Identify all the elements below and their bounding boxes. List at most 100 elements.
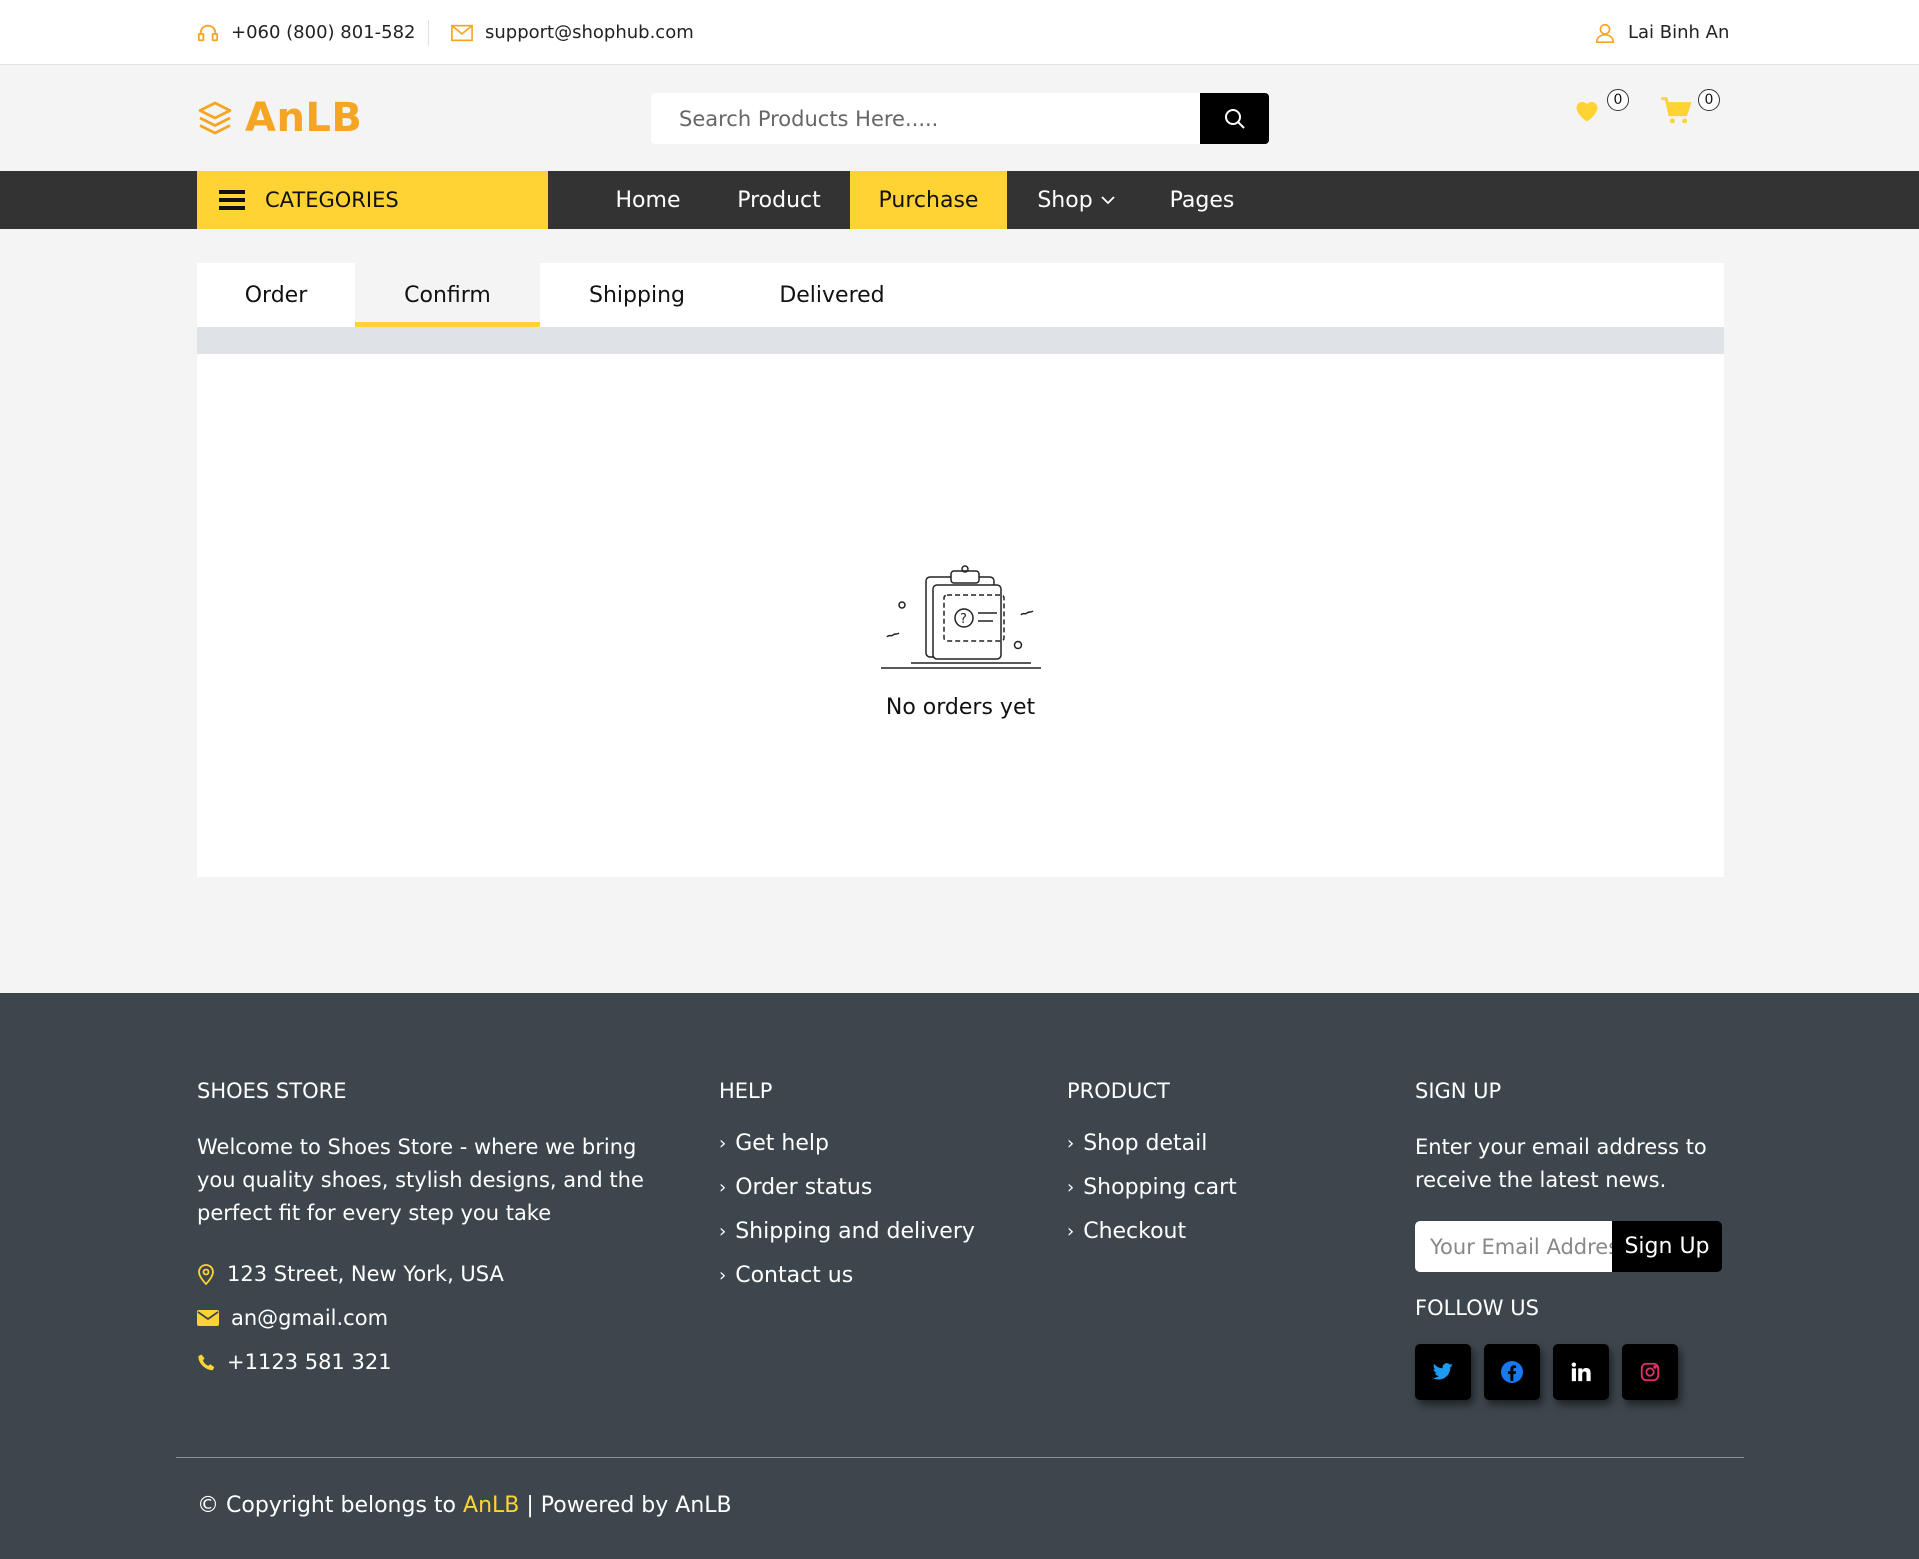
footer-link-checkout[interactable]: › Checkout: [1067, 1209, 1237, 1253]
svg-text:?: ?: [960, 612, 967, 627]
empty-clipboard-icon: ?: [880, 565, 1041, 669]
wishlist-count-badge: 0: [1607, 89, 1629, 111]
footer-phone-text: +1123 581 321: [227, 1350, 392, 1374]
footer-link-label: Get help: [735, 1130, 829, 1156]
topbar-divider: [428, 20, 429, 46]
footer-product-column: PRODUCT › Shop detail › Shopping cart › Che…: [1067, 1079, 1237, 1253]
nav-purchase[interactable]: Purchase: [850, 171, 1007, 229]
facebook-link[interactable]: [1484, 1344, 1540, 1400]
orders-panel: Order Confirm Shipping Delivered ? No or…: [197, 263, 1724, 877]
footer-link-label: Contact us: [735, 1262, 854, 1288]
chevron-right-icon: ›: [719, 1132, 727, 1154]
logo-text: AnLB: [245, 95, 363, 141]
wishlist-button[interactable]: 0: [1573, 89, 1629, 123]
twitter-icon: [1432, 1363, 1453, 1380]
tab-order[interactable]: Order: [197, 263, 355, 327]
chevron-right-icon: ›: [719, 1220, 727, 1242]
tab-content-header-bar: [197, 327, 1724, 354]
topbar-user[interactable]: Lai Binh An: [1594, 0, 1729, 65]
chevron-right-icon: ›: [719, 1264, 727, 1286]
main-nav: CATEGORIES Home Product Purchase Shop Pa…: [0, 171, 1919, 229]
site-header: AnLB 0 0: [0, 65, 1919, 171]
newsletter-form: Sign Up: [1415, 1221, 1722, 1272]
nav-product[interactable]: Product: [713, 171, 845, 229]
footer-phone[interactable]: +1123 581 321: [197, 1340, 677, 1384]
social-links: [1415, 1344, 1735, 1400]
footer-store-description: Welcome to Shoes Store - where we bring …: [197, 1135, 644, 1225]
chevron-right-icon: ›: [1067, 1220, 1075, 1242]
envelope-icon: [197, 1310, 219, 1326]
footer-link-shop-detail[interactable]: › Shop detail: [1067, 1121, 1237, 1165]
topbar-phone-text: +060 (800) 801-582: [231, 22, 416, 43]
follow-us-heading: FOLLOW US: [1415, 1296, 1539, 1320]
facebook-icon: [1501, 1361, 1523, 1383]
user-icon: [1595, 23, 1615, 43]
footer-link-contact-us[interactable]: › Contact us: [719, 1253, 975, 1297]
footer-signup-text: Enter your email address to receive the …: [1415, 1135, 1707, 1192]
search-button[interactable]: [1200, 93, 1269, 144]
empty-state: ? No orders yet: [197, 563, 1724, 720]
nav-pages[interactable]: Pages: [1150, 171, 1254, 229]
instagram-link[interactable]: [1622, 1344, 1678, 1400]
cart-button[interactable]: 0: [1660, 89, 1720, 125]
footer-store-heading: SHOES STORE: [197, 1079, 347, 1103]
footer-address: 123 Street, New York, USA: [197, 1252, 677, 1296]
footer-link-label: Shopping cart: [1083, 1174, 1237, 1200]
topbar-phone[interactable]: +060 (800) 801-582: [197, 0, 416, 65]
nav-shop[interactable]: Shop: [1020, 171, 1132, 229]
footer-help-heading: HELP: [719, 1079, 773, 1103]
newsletter-email-input[interactable]: [1415, 1221, 1612, 1272]
footer-link-get-help[interactable]: › Get help: [719, 1121, 975, 1165]
footer-link-label: Order status: [735, 1174, 873, 1200]
layers-icon: [198, 101, 232, 135]
footer-address-text: 123 Street, New York, USA: [227, 1262, 504, 1286]
map-pin-icon: [198, 1264, 214, 1285]
headset-icon: [197, 24, 219, 41]
search-bar: [651, 93, 1269, 144]
tab-shipping[interactable]: Shipping: [540, 263, 734, 327]
search-input[interactable]: [651, 93, 1200, 144]
heart-icon: [1576, 101, 1598, 122]
cart-icon: [1661, 97, 1692, 124]
footer-link-order-status[interactable]: › Order status: [719, 1165, 975, 1209]
footer-email-text: an@gmail.com: [231, 1306, 389, 1330]
nav-shop-label: Shop: [1037, 187, 1093, 213]
footer-link-shipping-delivery[interactable]: › Shipping and delivery: [719, 1209, 975, 1253]
topbar-email[interactable]: support@shophub.com: [451, 0, 694, 65]
footer-link-label: Shop detail: [1083, 1130, 1208, 1156]
tab-delivered[interactable]: Delivered: [734, 263, 930, 327]
footer-signup-column: SIGN UP Enter your email address to rece…: [1415, 1079, 1735, 1400]
logo[interactable]: AnLB: [197, 95, 362, 141]
categories-label: CATEGORIES: [265, 188, 399, 212]
tab-confirm[interactable]: Confirm: [355, 263, 540, 327]
copyright-suffix: | Powered by AnLB: [526, 1493, 732, 1518]
footer-email[interactable]: an@gmail.com: [197, 1296, 677, 1340]
nav-home[interactable]: Home: [596, 171, 700, 229]
copyright-brand-link[interactable]: AnLB: [463, 1493, 519, 1518]
topbar-email-text: support@shophub.com: [485, 22, 694, 43]
cart-count-badge: 0: [1698, 89, 1720, 111]
topbar-user-name: Lai Binh An: [1628, 22, 1730, 43]
menu-icon: [219, 190, 245, 210]
chevron-down-icon: [1101, 196, 1115, 205]
footer-store-column: SHOES STORE Welcome to Shoes Store - whe…: [197, 1079, 677, 1384]
sign-up-button[interactable]: Sign Up: [1612, 1221, 1722, 1272]
footer-link-label: Shipping and delivery: [735, 1218, 975, 1244]
phone-icon: [198, 1354, 215, 1371]
chevron-right-icon: ›: [1067, 1132, 1075, 1154]
footer-divider: [176, 1457, 1744, 1458]
copyright-prefix: © Copyright belongs to: [197, 1493, 457, 1518]
instagram-icon: [1640, 1362, 1660, 1382]
chevron-right-icon: ›: [719, 1176, 727, 1198]
footer-help-column: HELP › Get help › Order status › Shipping a…: [719, 1079, 975, 1297]
footer-product-heading: PRODUCT: [1067, 1079, 1170, 1103]
footer-link-shopping-cart[interactable]: › Shopping cart: [1067, 1165, 1237, 1209]
top-bar: +060 (800) 801-582 support@shophub.com L…: [0, 0, 1919, 65]
footer-signup-heading: SIGN UP: [1415, 1079, 1502, 1103]
envelope-icon: [451, 24, 473, 41]
site-footer: SHOES STORE Welcome to Shoes Store - whe…: [0, 993, 1919, 1559]
twitter-link[interactable]: [1415, 1344, 1471, 1400]
linkedin-link[interactable]: [1553, 1344, 1609, 1400]
copyright: © Copyright belongs to AnLB | Powered by…: [197, 1493, 732, 1518]
categories-button[interactable]: CATEGORIES: [197, 171, 548, 229]
